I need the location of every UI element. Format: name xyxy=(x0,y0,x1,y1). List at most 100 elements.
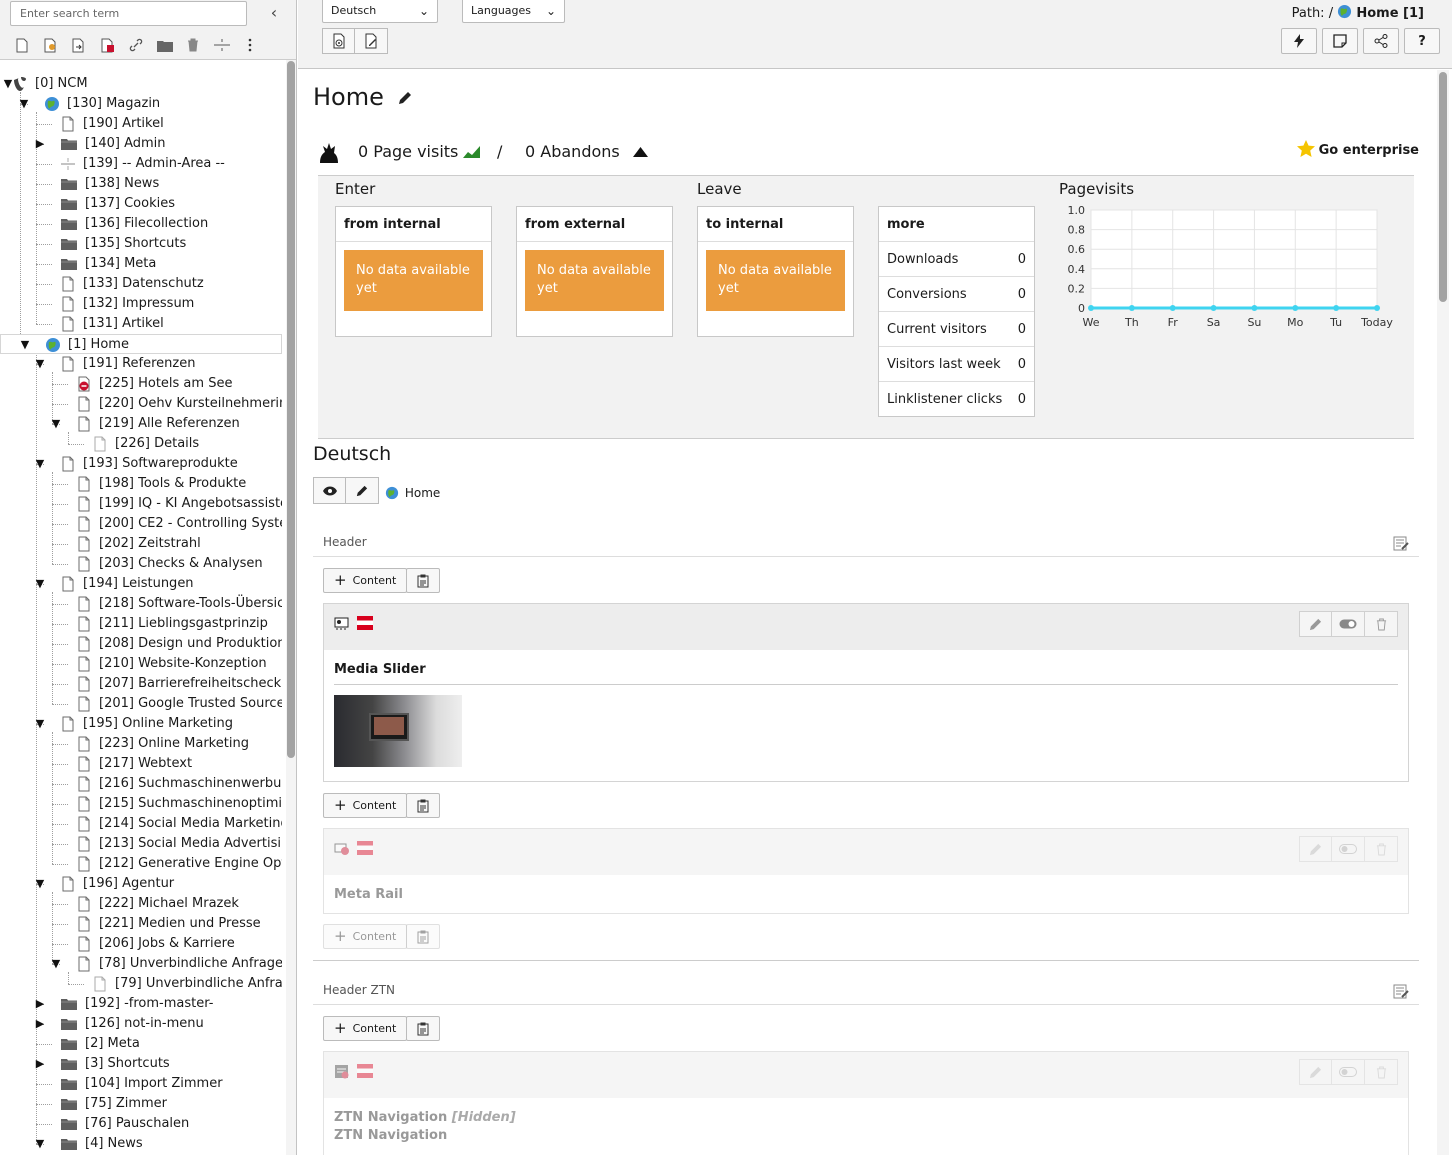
tree-node[interactable]: [200] CE2 - Controlling System xyxy=(0,514,282,534)
tree-node[interactable]: [218] Software-Tools-Übersicht xyxy=(0,594,282,614)
paste-button[interactable] xyxy=(406,924,440,949)
media-slider-thumbnail[interactable] xyxy=(334,695,462,767)
delete-element-button[interactable] xyxy=(1365,836,1398,862)
new-page-icon[interactable] xyxy=(8,36,37,54)
tree-node[interactable]: [215] Suchmaschinenoptimierung xyxy=(0,794,282,814)
tree-node[interactable]: [139] -- Admin-Area -- xyxy=(0,154,282,174)
tree-node[interactable]: [199] IQ - KI Angebotsassistent xyxy=(0,494,282,514)
add-content-button[interactable]: + Content xyxy=(323,793,408,818)
tree-node[interactable]: [223] Online Marketing xyxy=(0,734,282,754)
edit-element-button[interactable] xyxy=(1299,836,1332,862)
toggle-visibility-button[interactable] xyxy=(1332,611,1365,637)
tree-node[interactable]: [201] Google Trusted Sources & xyxy=(0,694,282,714)
note-button[interactable] xyxy=(1322,28,1358,54)
add-content-button[interactable]: + Content xyxy=(323,568,408,593)
collapse-node-icon[interactable]: ▼ xyxy=(18,94,30,114)
content-scrollbar-thumb[interactable] xyxy=(1439,72,1447,302)
tree-node[interactable]: [2] Meta xyxy=(0,1034,282,1054)
expand-node-icon[interactable]: ▶ xyxy=(34,1014,46,1034)
collapse-node-icon[interactable]: ▼ xyxy=(34,354,46,374)
tree-node[interactable]: [226] Details xyxy=(0,434,282,454)
content-element-meta-rail[interactable]: Meta Rail xyxy=(323,828,1409,914)
tree-node[interactable]: [79] Unverbindliche Anfrage - xyxy=(0,974,282,994)
tree-node[interactable]: [137] Cookies xyxy=(0,194,282,214)
divider-icon[interactable] xyxy=(208,36,237,54)
tree-node[interactable]: [131] Artikel xyxy=(0,314,282,334)
tree-node[interactable]: [222] Michael Mrazek xyxy=(0,894,282,914)
view-page-button[interactable] xyxy=(322,28,355,54)
edit-page-button[interactable] xyxy=(355,28,388,54)
delete-element-button[interactable] xyxy=(1365,611,1398,637)
add-content-button[interactable]: + Content xyxy=(323,924,408,949)
more-icon[interactable] xyxy=(236,36,265,54)
tree-node[interactable]: [220] Oehv Kursteilnehmerinnen xyxy=(0,394,282,414)
tree-node[interactable]: [213] Social Media Advertising xyxy=(0,834,282,854)
tree-node[interactable]: ▶ [192] -from-master- xyxy=(0,994,282,1014)
expand-node-icon[interactable]: ▶ xyxy=(34,994,46,1014)
go-enterprise-link[interactable]: Go enterprise xyxy=(1296,140,1419,158)
tree-node[interactable]: [75] Zimmer xyxy=(0,1094,282,1114)
expand-node-icon[interactable]: ▶ xyxy=(34,1054,46,1074)
tree-node[interactable]: ▼ [219] Alle Referenzen xyxy=(0,414,282,434)
view-language-button[interactable] xyxy=(313,477,346,504)
collapse-node-icon[interactable]: ▼ xyxy=(34,574,46,594)
tree-node[interactable]: [211] Lieblingsgastprinzip xyxy=(0,614,282,634)
tree-node[interactable]: [212] Generative Engine Optimiz xyxy=(0,854,282,874)
content-element-ztn-navigation[interactable]: ZTN Navigation [Hidden] ZTN Navigation xyxy=(323,1051,1409,1155)
expand-node-icon[interactable]: ▶ xyxy=(34,134,46,154)
tree-node[interactable]: [190] Artikel xyxy=(0,114,282,134)
tree-node[interactable]: [133] Datenschutz xyxy=(0,274,282,294)
collapse-node-icon[interactable]: ▼ xyxy=(34,714,46,734)
tree-node[interactable]: [217] Webtext xyxy=(0,754,282,774)
tree-node[interactable]: [138] News xyxy=(0,174,282,194)
edit-element-button[interactable] xyxy=(1299,611,1332,637)
tree-node[interactable]: [104] Import Zimmer xyxy=(0,1074,282,1094)
toggle-visibility-button[interactable] xyxy=(1332,1059,1365,1085)
tree-node[interactable]: [132] Impressum xyxy=(0,294,282,314)
tree-node[interactable]: ▶ [3] Shortcuts xyxy=(0,1054,282,1074)
tree-node[interactable]: ▼ [4] News xyxy=(0,1134,282,1154)
tree-node[interactable]: [214] Social Media Marketing xyxy=(0,814,282,834)
tree-node[interactable]: [210] Website-Konzeption xyxy=(0,654,282,674)
paste-button[interactable] xyxy=(406,793,440,818)
column-edit-icon[interactable] xyxy=(1393,984,1409,999)
clear-cache-button[interactable] xyxy=(1281,28,1317,54)
add-content-button[interactable]: + Content xyxy=(323,1016,408,1041)
tree-node[interactable]: [225] Hotels am See xyxy=(0,374,282,394)
collapse-node-icon[interactable]: ▼ xyxy=(34,874,46,894)
edit-language-button[interactable] xyxy=(346,477,379,504)
tree-node[interactable]: ▼ [194] Leistungen xyxy=(0,574,282,594)
tree-node[interactable]: [208] Design und Produktion xyxy=(0,634,282,654)
collapse-node-icon[interactable]: ▼ xyxy=(34,454,46,474)
share-button[interactable] xyxy=(1363,28,1399,54)
collapse-node-icon[interactable]: ▼ xyxy=(50,414,62,434)
tree-node[interactable]: ▼ [193] Softwareprodukte xyxy=(0,454,282,474)
tree-node[interactable]: [221] Medien und Presse xyxy=(0,914,282,934)
tree-scrollbar[interactable] xyxy=(286,60,296,1155)
paste-button[interactable] xyxy=(406,568,440,593)
language-select[interactable]: Deutsch ⌄ xyxy=(322,0,438,23)
tree-node[interactable]: ▼ [78] Unverbindliche Anfrage xyxy=(0,954,282,974)
tree-node[interactable]: ▼ [191] Referenzen xyxy=(0,354,282,374)
content-element-media-slider[interactable]: Media Slider xyxy=(323,603,1409,782)
tree-node[interactable]: ▶ [126] not-in-menu xyxy=(0,1014,282,1034)
page-delete-icon[interactable] xyxy=(94,36,123,54)
column-edit-icon[interactable] xyxy=(1393,536,1409,551)
edit-element-button[interactable] xyxy=(1299,1059,1332,1085)
collapse-node-icon[interactable]: ▼ xyxy=(34,1134,46,1154)
collapse-tree-button[interactable]: ‹ xyxy=(262,2,286,24)
page-move-icon[interactable] xyxy=(65,36,94,54)
delete-element-button[interactable] xyxy=(1365,1059,1398,1085)
tree-node[interactable]: ▼ [196] Agentur xyxy=(0,874,282,894)
tree-node[interactable]: [134] Meta xyxy=(0,254,282,274)
tree-node[interactable]: [202] Zeitstrahl xyxy=(0,534,282,554)
path-page[interactable]: Home [1] xyxy=(1356,6,1424,21)
tree-node[interactable]: [203] Checks & Analysen xyxy=(0,554,282,574)
tree-node[interactable]: [207] Barrierefreiheitscheck xyxy=(0,674,282,694)
tree-node[interactable]: [135] Shortcuts xyxy=(0,234,282,254)
tree-node[interactable]: ▶ [140] Admin xyxy=(0,134,282,154)
tree-search-input[interactable] xyxy=(10,1,247,26)
tree-node[interactable]: [136] Filecollection xyxy=(0,214,282,234)
tree-node[interactable]: ▼ [130] Magazin xyxy=(0,94,282,114)
toggle-visibility-button[interactable] xyxy=(1332,836,1365,862)
